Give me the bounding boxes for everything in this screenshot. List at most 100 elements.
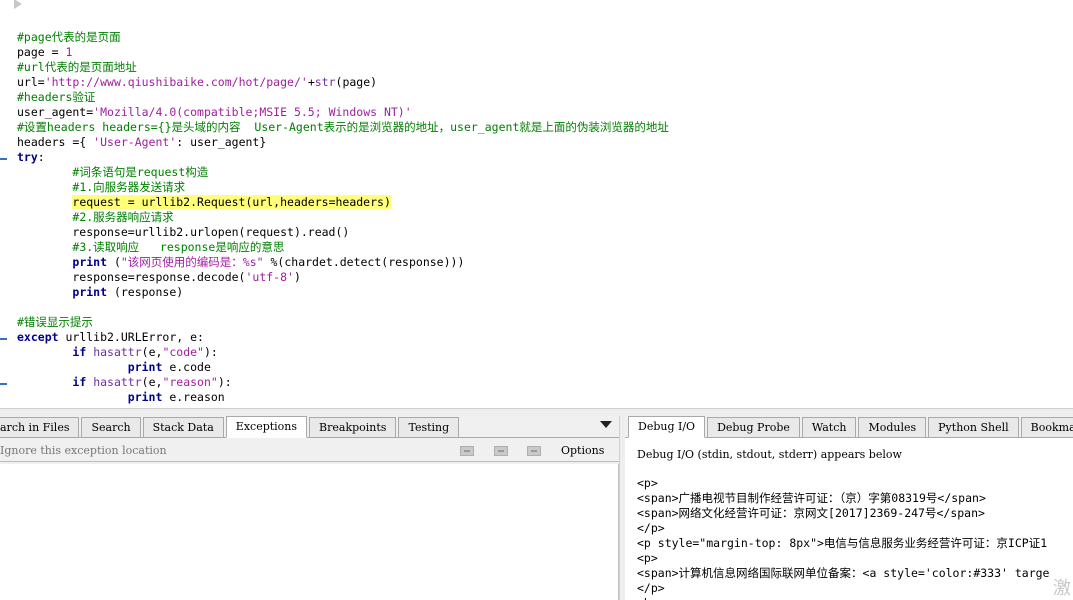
debug-io-content[interactable]: Debug I/O (stdin, stdout, stderr) appear… xyxy=(625,439,1073,600)
code-line[interactable] xyxy=(17,300,669,315)
output-line: </p> xyxy=(637,581,665,595)
code-token: print xyxy=(72,285,108,299)
options-button[interactable]: Options xyxy=(561,444,604,457)
code-lines[interactable]: #page代表的是页面 page = 1 #url代表的是页面地址 url='http… xyxy=(17,30,669,405)
code-token: print xyxy=(127,390,163,404)
code-line[interactable]: url='http://www.qiushibaike.com/hot/page… xyxy=(17,75,669,90)
code-line[interactable]: #headers验证 xyxy=(17,90,669,105)
code-line[interactable]: print e.reason xyxy=(17,390,669,405)
code-line[interactable]: if hasattr(e,"reason"): xyxy=(17,375,669,390)
code-token: + xyxy=(307,75,315,89)
fold-marker-icon[interactable] xyxy=(0,158,7,160)
tab-search[interactable]: Search xyxy=(81,417,141,437)
code-token: #2.服务器响应请求 xyxy=(72,210,174,224)
right-tabbar: Debug I/O Debug Probe Watch Modules Python S… xyxy=(625,416,1073,438)
toolbar-icon[interactable] xyxy=(527,446,541,456)
debug-io-panel: Debug I/O Debug Probe Watch Modules Python S… xyxy=(625,416,1073,600)
code-line[interactable]: headers ={ 'User-Agent': user_agent} xyxy=(17,135,669,150)
code-token: #1.向服务器发送请求 xyxy=(72,180,186,194)
code-line[interactable]: response=response.decode('utf-8') xyxy=(17,270,669,285)
code-token: response=response.decode( xyxy=(17,270,246,284)
code-token: #错误显示提示 xyxy=(17,315,93,329)
tab-bookmarks[interactable]: Bookmarks xyxy=(1020,417,1073,437)
code-token: headers ={ xyxy=(17,135,94,149)
code-token: page = xyxy=(17,45,66,59)
code-token: request = urllib2.Request(url,headers=he… xyxy=(72,195,391,209)
horizontal-splitter[interactable] xyxy=(0,408,1073,416)
tab-exceptions[interactable]: Exceptions xyxy=(225,416,308,438)
code-line[interactable]: #1.向服务器发送请求 xyxy=(17,180,669,195)
code-token: hasattr xyxy=(93,375,142,389)
code-line[interactable]: print e.code xyxy=(17,360,669,375)
code-line[interactable]: response=urllib2.urlopen(request).read() xyxy=(17,225,669,240)
output-line: <p> xyxy=(637,551,658,565)
code-line[interactable]: #设置headers headers={}是头域的内容 User-Agent表示… xyxy=(17,120,669,135)
code-token: 'utf-8' xyxy=(245,270,294,284)
tab-dropdown-icon[interactable] xyxy=(600,421,612,428)
code-token: #url代表的是页面地址 xyxy=(17,60,137,74)
code-token: #headers验证 xyxy=(17,90,96,104)
code-line[interactable]: #3.读取响应 response是响应的意思 xyxy=(17,240,669,255)
tab-debug-i-o[interactable]: Debug I/O xyxy=(628,416,706,438)
code-token: #page代表的是页面 xyxy=(17,30,121,44)
tab-testing[interactable]: Testing xyxy=(398,417,460,437)
output-line: <p style="margin-top: 8px">电信与信息服务业务经营许可… xyxy=(637,536,1048,550)
output-line: <span>广播电视节目制作经营许可证：（京）字第08319号</span> xyxy=(637,491,986,505)
fold-marker-icon[interactable] xyxy=(0,383,7,385)
code-line[interactable]: #词条语句是request构造 xyxy=(17,165,669,180)
code-line[interactable]: #url代表的是页面地址 xyxy=(17,60,669,75)
tab-watch[interactable]: Watch xyxy=(801,417,857,437)
code-token: 'http://www.qiushibaike.com/hot/page/' xyxy=(44,75,308,89)
code-token: #词条语句是request构造 xyxy=(72,165,209,179)
code-line[interactable]: try: xyxy=(17,150,669,165)
code-line[interactable]: #page代表的是页面 xyxy=(17,30,669,45)
ignore-exception-checkbox-label[interactable]: Ignore this exception location xyxy=(0,444,167,457)
fold-marker-icon[interactable] xyxy=(0,338,7,340)
code-token: url= xyxy=(17,75,45,89)
code-token: urllib2.URLError, e: xyxy=(58,330,204,344)
code-token: ): xyxy=(217,375,232,389)
code-token: if xyxy=(72,375,87,389)
code-line[interactable]: if hasattr(e,"code"): xyxy=(17,345,669,360)
tab-arch-in-files[interactable]: arch in Files xyxy=(0,417,80,437)
tab-breakpoints[interactable]: Breakpoints xyxy=(309,417,397,437)
code-token: ( xyxy=(107,255,121,269)
tab-stack-data[interactable]: Stack Data xyxy=(142,417,224,437)
code-line[interactable]: user_agent='Mozilla/4.0(compatible;MSIE … xyxy=(17,105,669,120)
code-token: (page) xyxy=(335,75,378,89)
code-editor[interactable]: #page代表的是页面 page = 1 #url代表的是页面地址 url='http… xyxy=(0,0,1073,408)
code-token: str xyxy=(314,75,336,89)
watermark: 激 xyxy=(1053,578,1071,599)
tab-python-shell[interactable]: Python Shell xyxy=(928,417,1019,437)
code-token: 'User-Agent' xyxy=(93,135,177,149)
left-tabbar: arch in Files Search Stack Data Exceptions B… xyxy=(0,416,619,438)
code-token: ): xyxy=(203,345,218,359)
code-token: (response) xyxy=(107,285,184,299)
tab-debug-probe[interactable]: Debug Probe xyxy=(707,417,800,437)
code-token: print xyxy=(127,360,163,374)
fold-arrow-icon[interactable] xyxy=(14,0,22,9)
toolbar-icon[interactable] xyxy=(494,446,508,456)
code-token: print xyxy=(72,255,108,269)
toolbar-icon[interactable] xyxy=(460,446,474,456)
code-token: e.code xyxy=(162,360,211,374)
code-token: "该网页使用的编码是：%s" xyxy=(120,255,264,269)
code-line[interactable]: except urllib2.URLError, e: xyxy=(17,330,669,345)
code-line[interactable]: request = urllib2.Request(url,headers=he… xyxy=(17,195,669,210)
code-line[interactable]: print (response) xyxy=(17,285,669,300)
code-line[interactable]: print ("该网页使用的编码是：%s" %(chardet.detect(r… xyxy=(17,255,669,270)
tab-modules[interactable]: Modules xyxy=(858,417,927,437)
code-line[interactable]: #错误显示提示 xyxy=(17,315,669,330)
code-token: if xyxy=(72,345,87,359)
code-line[interactable]: page = 1 xyxy=(17,45,669,60)
output-line: </p> xyxy=(637,521,665,535)
code-token: #设置headers headers={}是头域的内容 User-Agent表示… xyxy=(17,120,669,134)
code-token: (e, xyxy=(141,345,163,359)
code-line[interactable]: #2.服务器响应请求 xyxy=(17,210,669,225)
